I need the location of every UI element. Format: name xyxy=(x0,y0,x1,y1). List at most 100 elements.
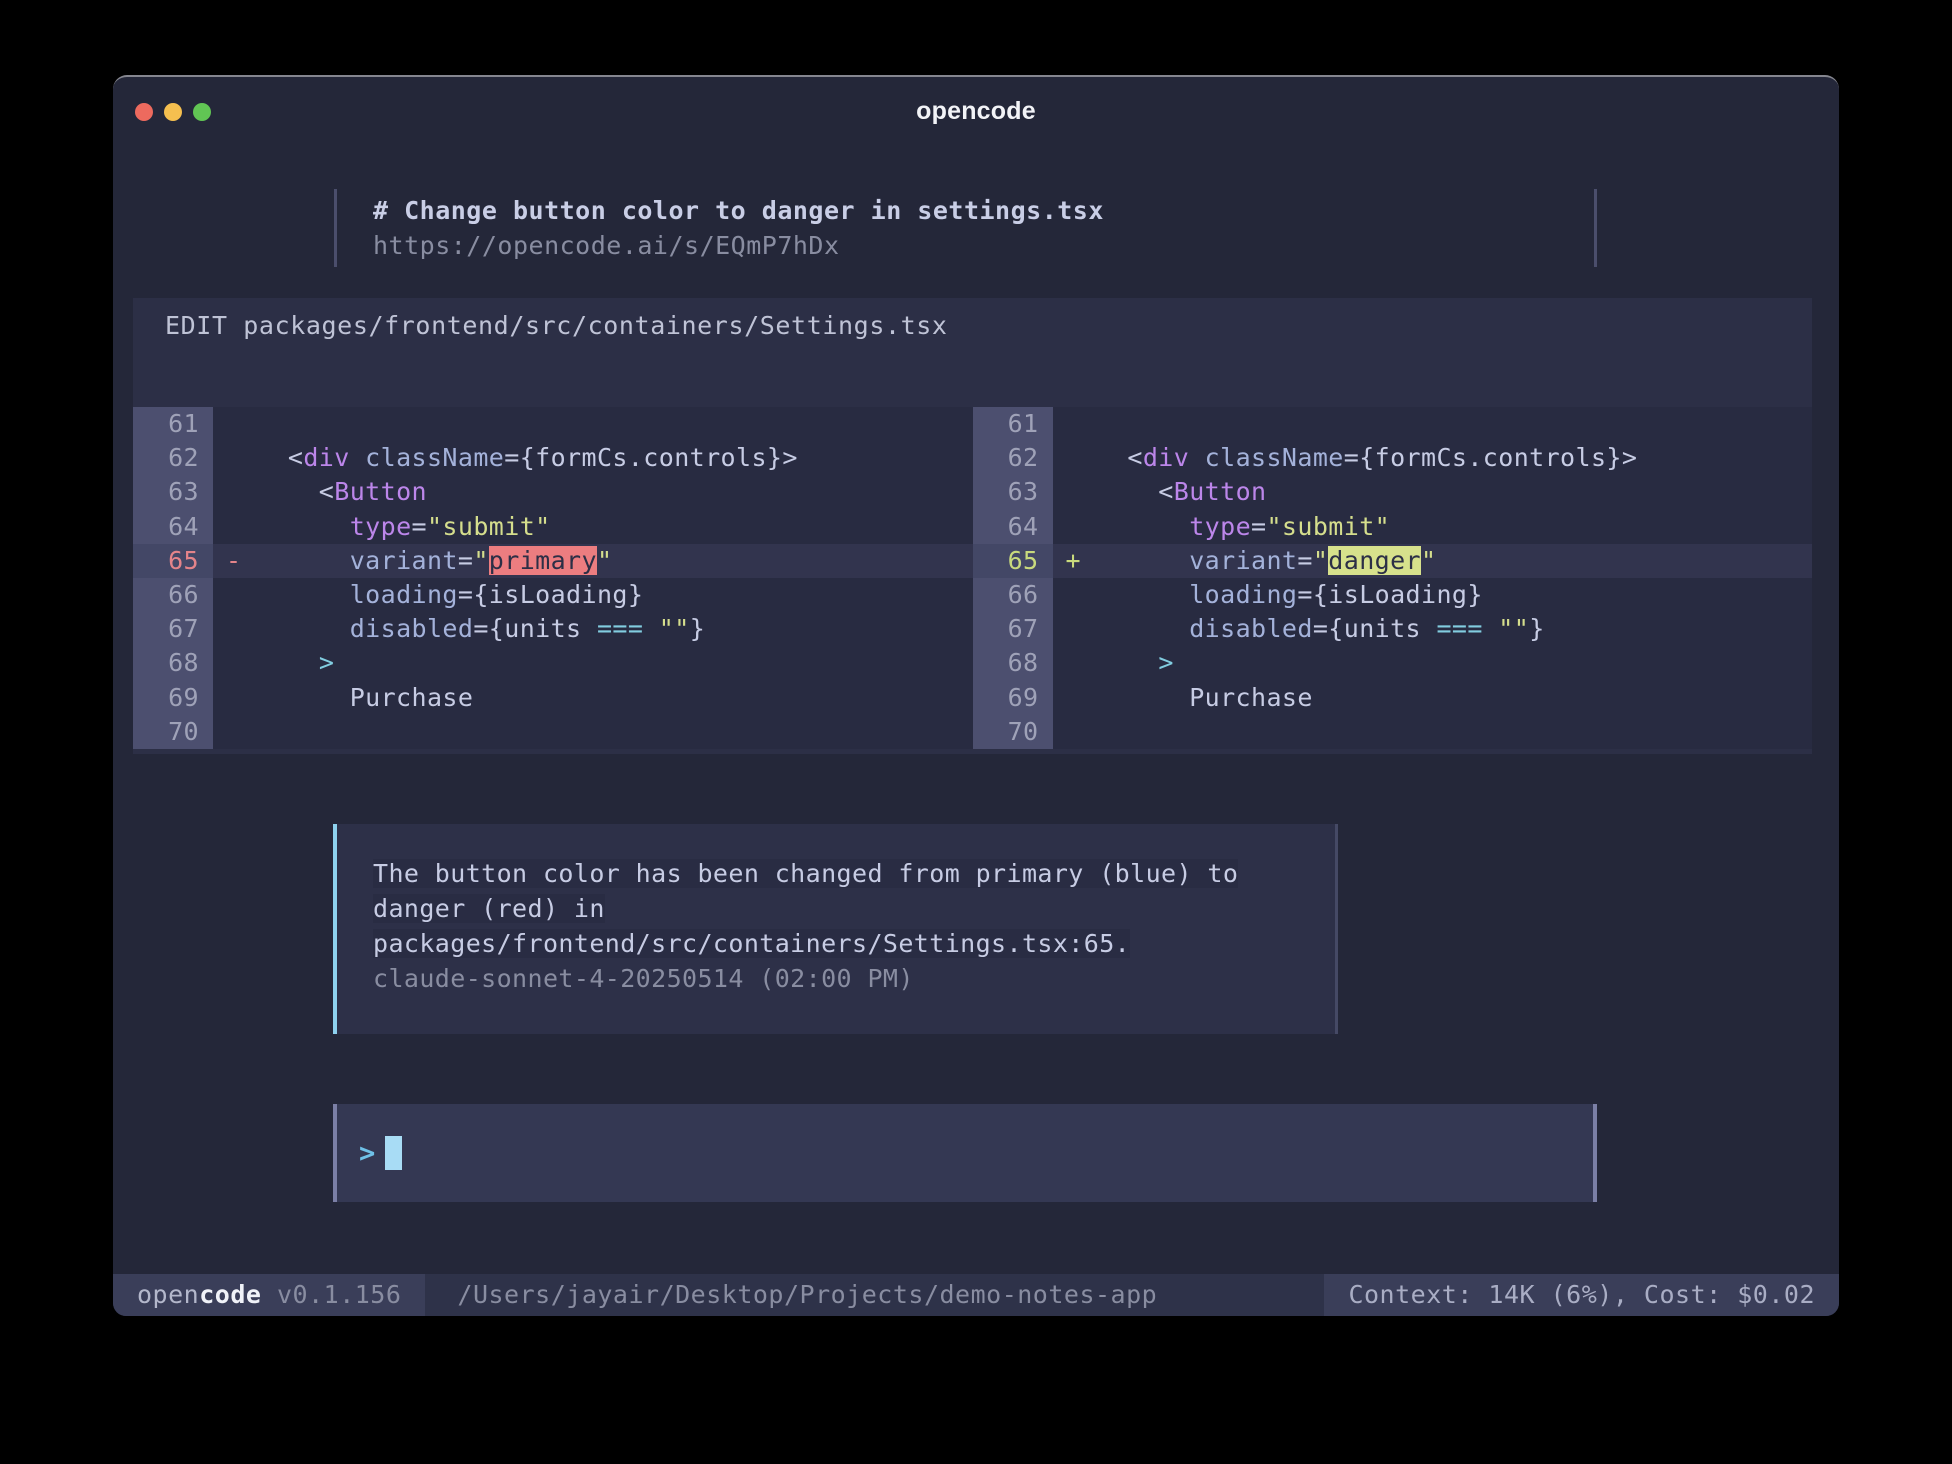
diff-row: 65+ variant="danger" xyxy=(973,544,1813,578)
diff-sign: + xyxy=(1053,544,1097,578)
assistant-message-block: The button color has been changed from p… xyxy=(333,824,1338,1034)
diff-sign xyxy=(213,475,257,509)
diff-sign xyxy=(1053,681,1097,715)
diff-row: 64 type="submit" xyxy=(973,510,1813,544)
code-line: loading={isLoading} xyxy=(1097,578,1813,612)
diff-row: 61 xyxy=(973,407,1813,441)
diff-row: 69 Purchase xyxy=(133,681,973,715)
diff-sign xyxy=(213,715,257,749)
diff-sign xyxy=(1053,407,1097,441)
user-prompt-block: # Change button color to danger in setti… xyxy=(334,189,1597,267)
line-number: 70 xyxy=(973,715,1053,749)
app-version: v0.1.156 xyxy=(261,1280,401,1309)
code-line: type="submit" xyxy=(1097,510,1813,544)
message-line: danger (red) in xyxy=(373,891,1335,926)
diff-row: 64 type="submit" xyxy=(133,510,973,544)
line-number: 65 xyxy=(973,544,1053,578)
line-number: 64 xyxy=(133,510,213,544)
message-lines: The button color has been changed from p… xyxy=(373,856,1335,961)
code-line: <Button xyxy=(1097,475,1813,509)
edit-tool-panel: EDIT packages/frontend/src/containers/Se… xyxy=(133,298,1812,754)
message-line: packages/frontend/src/containers/Setting… xyxy=(373,926,1335,961)
diff-sign: - xyxy=(213,544,257,578)
code-line: loading={isLoading} xyxy=(257,578,973,612)
diff-row: 67 disabled={units === ""} xyxy=(973,612,1813,646)
titlebar: opencode xyxy=(113,77,1839,139)
diff-sign xyxy=(213,612,257,646)
diff-sign xyxy=(213,407,257,441)
code-line: disabled={units === ""} xyxy=(1097,612,1813,646)
diff-row: 69 Purchase xyxy=(973,681,1813,715)
diff-right-pane: 6162 <div className={formCs.controls}>63… xyxy=(973,407,1813,749)
code-line: Purchase xyxy=(257,681,973,715)
code-line: Purchase xyxy=(1097,681,1813,715)
diff-sign xyxy=(213,681,257,715)
app-version-chip: opencode v0.1.156 xyxy=(113,1274,425,1316)
line-number: 64 xyxy=(973,510,1053,544)
line-number: 65 xyxy=(133,544,213,578)
context-stats: Context: 14K (6%), Cost: $0.02 xyxy=(1324,1274,1839,1316)
edit-header: EDIT packages/frontend/src/containers/Se… xyxy=(133,298,1812,343)
working-directory: /Users/jayair/Desktop/Projects/demo-note… xyxy=(425,1274,1324,1316)
line-number: 63 xyxy=(133,475,213,509)
diff-sign xyxy=(1053,578,1097,612)
diff-left-pane: 6162 <div className={formCs.controls}>63… xyxy=(133,407,973,749)
diff-sign xyxy=(1053,612,1097,646)
line-number: 70 xyxy=(133,715,213,749)
edit-action-label: EDIT xyxy=(165,311,243,340)
code-line xyxy=(1097,407,1813,441)
edit-file-path: packages/frontend/src/containers/Setting… xyxy=(243,311,947,340)
code-line: variant="primary" xyxy=(257,544,973,578)
input-prompt-glyph: > xyxy=(359,1138,375,1169)
code-line xyxy=(257,715,973,749)
line-number: 68 xyxy=(133,646,213,680)
diff-sign xyxy=(213,646,257,680)
code-line: type="submit" xyxy=(257,510,973,544)
app-name-code: code xyxy=(199,1280,261,1309)
code-line: > xyxy=(257,646,973,680)
diff-sign xyxy=(1053,646,1097,680)
code-line: > xyxy=(1097,646,1813,680)
diff-row: 62 <div className={formCs.controls}> xyxy=(973,441,1813,475)
window-title: opencode xyxy=(113,97,1839,126)
app-name-open: open xyxy=(137,1280,199,1309)
diff-row: 63 <Button xyxy=(973,475,1813,509)
line-number: 63 xyxy=(973,475,1053,509)
chat-input[interactable]: > xyxy=(333,1104,1597,1202)
diff-row: 68 > xyxy=(973,646,1813,680)
message-line: The button color has been changed from p… xyxy=(373,856,1335,891)
diff-sign xyxy=(1053,715,1097,749)
diff-row: 62 <div className={formCs.controls}> xyxy=(133,441,973,475)
status-bar: opencode v0.1.156 /Users/jayair/Desktop/… xyxy=(113,1274,1839,1316)
diff-sign xyxy=(1053,475,1097,509)
diff-row: 61 xyxy=(133,407,973,441)
code-line: variant="danger" xyxy=(1097,544,1813,578)
share-url[interactable]: https://opencode.ai/s/EQmP7hDx xyxy=(373,228,1594,263)
code-line: <Button xyxy=(257,475,973,509)
diff-row: 66 loading={isLoading} xyxy=(133,578,973,612)
line-number: 69 xyxy=(133,681,213,715)
line-number: 62 xyxy=(133,441,213,475)
line-number: 66 xyxy=(973,578,1053,612)
text-cursor xyxy=(385,1136,402,1170)
diff-view: 6162 <div className={formCs.controls}>63… xyxy=(133,407,1812,749)
line-number: 61 xyxy=(133,407,213,441)
line-number: 69 xyxy=(973,681,1053,715)
line-number: 67 xyxy=(973,612,1053,646)
diff-sign xyxy=(213,578,257,612)
prompt-title: # Change button color to danger in setti… xyxy=(373,193,1594,228)
diff-row: 66 loading={isLoading} xyxy=(973,578,1813,612)
diff-row: 65- variant="primary" xyxy=(133,544,973,578)
diff-row: 70 xyxy=(973,715,1813,749)
diff-sign xyxy=(213,441,257,475)
code-line xyxy=(1097,715,1813,749)
app-window: opencode # Change button color to danger… xyxy=(113,75,1839,1316)
line-number: 67 xyxy=(133,612,213,646)
line-number: 66 xyxy=(133,578,213,612)
diff-row: 68 > xyxy=(133,646,973,680)
line-number: 62 xyxy=(973,441,1053,475)
diff-row: 63 <Button xyxy=(133,475,973,509)
diff-row: 67 disabled={units === ""} xyxy=(133,612,973,646)
message-meta: claude-sonnet-4-20250514 (02:00 PM) xyxy=(373,961,1335,996)
diff-sign xyxy=(213,510,257,544)
